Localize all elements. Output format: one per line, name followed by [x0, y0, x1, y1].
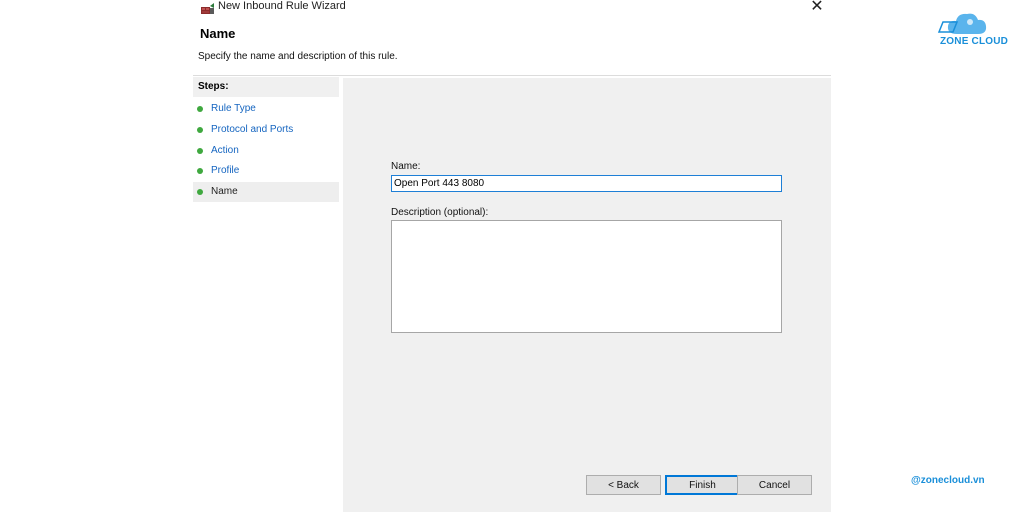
wizard-window: New Inbound Rule Wizard ✕ Name Specify t…	[193, 0, 831, 512]
close-icon: ✕	[810, 0, 824, 15]
step-label: Name	[211, 186, 238, 197]
close-button[interactable]: ✕	[805, 0, 829, 17]
steps-panel: Steps: Rule Type Protocol and Ports Acti…	[193, 77, 342, 512]
step-label: Rule Type	[211, 103, 256, 114]
step-protocol-and-ports[interactable]: Protocol and Ports	[193, 120, 339, 140]
step-action[interactable]: Action	[193, 141, 339, 161]
step-rule-type[interactable]: Rule Type	[193, 99, 339, 119]
step-status-icon	[197, 148, 203, 154]
name-label: Name:	[391, 161, 421, 172]
window-title: New Inbound Rule Wizard	[218, 0, 346, 12]
page-description: Specify the name and description of this…	[198, 51, 398, 62]
description-label: Description (optional):	[391, 207, 489, 218]
step-name[interactable]: Name	[193, 182, 339, 202]
step-status-icon	[197, 168, 203, 174]
step-label: Action	[211, 145, 239, 156]
step-status-icon	[197, 189, 203, 195]
step-status-icon	[197, 106, 203, 112]
name-input[interactable]	[391, 175, 782, 192]
step-label: Protocol and Ports	[211, 124, 294, 135]
cancel-button[interactable]: Cancel	[737, 475, 812, 495]
firewall-icon	[201, 1, 215, 14]
step-label: Profile	[211, 165, 240, 176]
page-title: Name	[200, 26, 236, 41]
step-profile[interactable]: Profile	[193, 161, 339, 181]
back-button[interactable]: < Back	[586, 475, 661, 495]
description-input[interactable]	[391, 220, 782, 333]
finish-button[interactable]: Finish	[665, 475, 740, 495]
title-bar: New Inbound Rule Wizard ✕	[193, 0, 831, 18]
website-handle: @zonecloud.vn	[911, 475, 985, 486]
steps-heading: Steps:	[193, 77, 339, 97]
step-status-icon	[197, 127, 203, 133]
content-panel: Name: Description (optional): < Back Fin…	[343, 78, 831, 512]
logo-wordmark: ZONE CLOUD	[940, 36, 1009, 47]
header-divider	[193, 75, 831, 76]
